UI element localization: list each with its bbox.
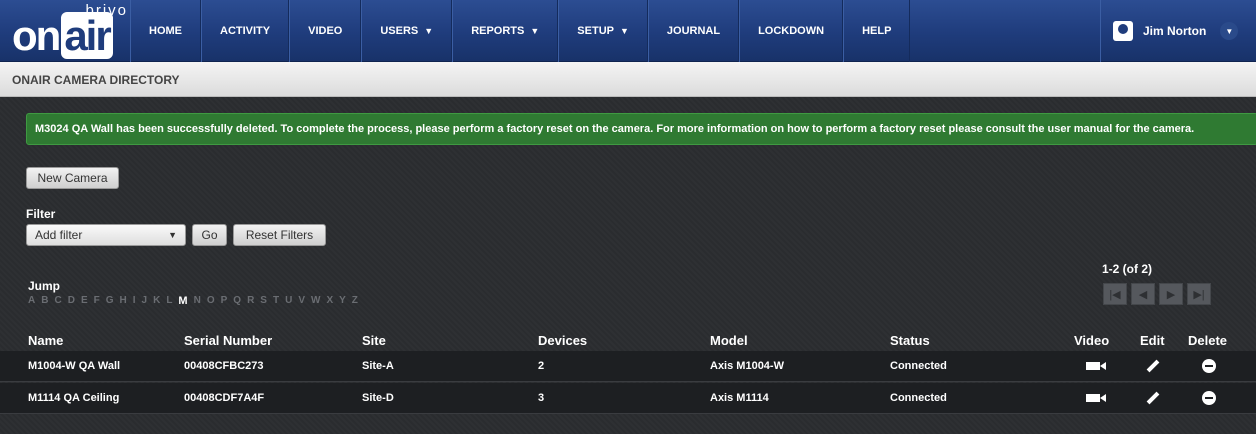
jump-letter-y[interactable]: Y xyxy=(339,295,346,307)
table-row: M1114 QA Ceiling 00408CDF7A4F Site-D 3 A… xyxy=(0,383,1256,414)
jump-letter-n[interactable]: N xyxy=(194,295,201,307)
reset-filters-button[interactable]: Reset Filters xyxy=(233,224,326,246)
delete-icon[interactable] xyxy=(1202,351,1216,382)
col-delete: Delete xyxy=(1188,333,1228,348)
jump-letter-d[interactable]: D xyxy=(68,295,75,307)
jump-letter-z[interactable]: Z xyxy=(352,295,358,307)
jump-letter-o[interactable]: O xyxy=(207,295,215,307)
jump-letter-q[interactable]: Q xyxy=(233,295,241,307)
new-camera-button[interactable]: New Camera xyxy=(26,167,119,189)
video-camera-icon[interactable] xyxy=(1086,351,1106,382)
cell-devices: 3 xyxy=(538,392,545,404)
page-title: ONAIR CAMERA DIRECTORY xyxy=(12,73,180,87)
jump-letter-g[interactable]: G xyxy=(106,295,114,307)
cell-status: Connected xyxy=(890,392,947,404)
video-camera-icon[interactable] xyxy=(1086,383,1106,414)
jump-letter-x[interactable]: X xyxy=(326,295,333,307)
logo-onair-text: on air xyxy=(12,12,113,60)
jump-letter-f[interactable]: F xyxy=(94,295,100,307)
jump-letter-j[interactable]: J xyxy=(142,295,148,307)
user-name: Jim Norton xyxy=(1143,24,1207,38)
cell-status: Connected xyxy=(890,360,947,372)
col-edit: Edit xyxy=(1140,333,1165,348)
pagination-text: 1-2 (of 2) xyxy=(1102,262,1153,276)
jump-letter-v[interactable]: V xyxy=(298,295,305,307)
jump-letters: ABCDEFGHIJKLMNOPQRSTUVWXYZ xyxy=(28,295,358,307)
col-serial[interactable]: Serial Number xyxy=(184,333,272,348)
nav-help[interactable]: HELP xyxy=(843,0,911,62)
jump-letter-p[interactable]: P xyxy=(221,295,228,307)
edit-pencil-icon[interactable] xyxy=(1146,383,1160,414)
main-menu: HOME ACTIVITY VIDEO USERS ▼ REPORTS ▼ SETU… xyxy=(130,0,911,62)
cell-name[interactable]: M1114 QA Ceiling xyxy=(28,383,119,414)
user-badge-icon xyxy=(1113,21,1133,41)
edit-pencil-icon[interactable] xyxy=(1146,351,1160,382)
cell-site: Site-A xyxy=(362,360,394,372)
nav-home[interactable]: HOME xyxy=(130,0,201,62)
jump-letter-t[interactable]: T xyxy=(273,295,279,307)
col-model[interactable]: Model xyxy=(710,333,748,348)
jump-letter-a[interactable]: A xyxy=(28,295,35,307)
nav-lockdown[interactable]: LOCKDOWN xyxy=(739,0,844,62)
last-page-icon[interactable]: ▶| xyxy=(1187,283,1211,305)
first-page-icon[interactable]: |◀ xyxy=(1103,283,1127,305)
main-content: M3024 QA Wall has been successfully dele… xyxy=(0,97,1256,434)
pagination-controls: |◀ ◀ ▶ ▶| xyxy=(1103,283,1211,305)
col-devices[interactable]: Devices xyxy=(538,333,587,348)
jump-letter-m[interactable]: M xyxy=(178,295,187,307)
cell-model: Axis M1004-W xyxy=(710,360,784,372)
caret-down-icon: ▼ xyxy=(424,26,434,36)
nav-reports[interactable]: REPORTS ▼ xyxy=(452,0,559,62)
user-dropdown-icon[interactable]: ▼ xyxy=(1220,22,1239,40)
col-name[interactable]: Name xyxy=(28,333,63,348)
cell-site: Site-D xyxy=(362,392,394,404)
nav-journal[interactable]: JOURNAL xyxy=(647,0,740,62)
top-navigation-bar: brivo on air HOME ACTIVITY VIDEO USERS ▼ R… xyxy=(0,0,1256,62)
caret-down-icon: ▼ xyxy=(619,26,629,36)
jump-letter-w[interactable]: W xyxy=(311,295,320,307)
nav-activity[interactable]: ACTIVITY xyxy=(201,0,290,62)
jump-letter-k[interactable]: K xyxy=(153,295,160,307)
cell-devices: 2 xyxy=(538,360,545,372)
nav-setup[interactable]: SETUP ▼ xyxy=(558,0,648,62)
filter-label: Filter xyxy=(26,207,56,221)
chevron-down-icon: ▼ xyxy=(168,230,177,240)
go-button[interactable]: Go xyxy=(192,224,227,246)
next-page-icon[interactable]: ▶ xyxy=(1159,283,1183,305)
jump-label: Jump xyxy=(28,279,61,293)
table-header: Name Serial Number Site Devices Model St… xyxy=(0,333,1256,351)
jump-letter-c[interactable]: C xyxy=(54,295,61,307)
jump-letter-h[interactable]: H xyxy=(120,295,127,307)
jump-letter-r[interactable]: R xyxy=(247,295,254,307)
jump-letter-b[interactable]: B xyxy=(41,295,48,307)
jump-letter-i[interactable]: I xyxy=(133,295,136,307)
page-title-bar: ONAIR CAMERA DIRECTORY xyxy=(0,62,1256,97)
jump-letter-u[interactable]: U xyxy=(285,295,292,307)
jump-letter-l[interactable]: L xyxy=(166,295,172,307)
cell-model: Axis M1114 xyxy=(710,392,769,404)
delete-icon[interactable] xyxy=(1202,383,1216,414)
jump-letter-s[interactable]: S xyxy=(260,295,267,307)
col-status[interactable]: Status xyxy=(890,333,930,348)
brivo-onair-logo[interactable]: brivo on air xyxy=(8,2,132,60)
success-message: M3024 QA Wall has been successfully dele… xyxy=(26,113,1256,145)
cell-name[interactable]: M1004-W QA Wall xyxy=(28,351,120,382)
cell-serial: 00408CFBC273 xyxy=(184,360,264,372)
prev-page-icon[interactable]: ◀ xyxy=(1131,283,1155,305)
col-site[interactable]: Site xyxy=(362,333,386,348)
table-row: M1004-W QA Wall 00408CFBC273 Site-A 2 Ax… xyxy=(0,351,1256,382)
caret-down-icon: ▼ xyxy=(530,26,540,36)
cell-serial: 00408CDF7A4F xyxy=(184,392,265,404)
add-filter-select[interactable]: Add filter ▼ xyxy=(26,224,186,246)
user-menu[interactable]: Jim Norton ▼ xyxy=(1100,0,1256,62)
jump-letter-e[interactable]: E xyxy=(81,295,88,307)
col-video: Video xyxy=(1074,333,1110,348)
nav-video[interactable]: VIDEO xyxy=(289,0,362,62)
nav-users[interactable]: USERS ▼ xyxy=(361,0,453,62)
